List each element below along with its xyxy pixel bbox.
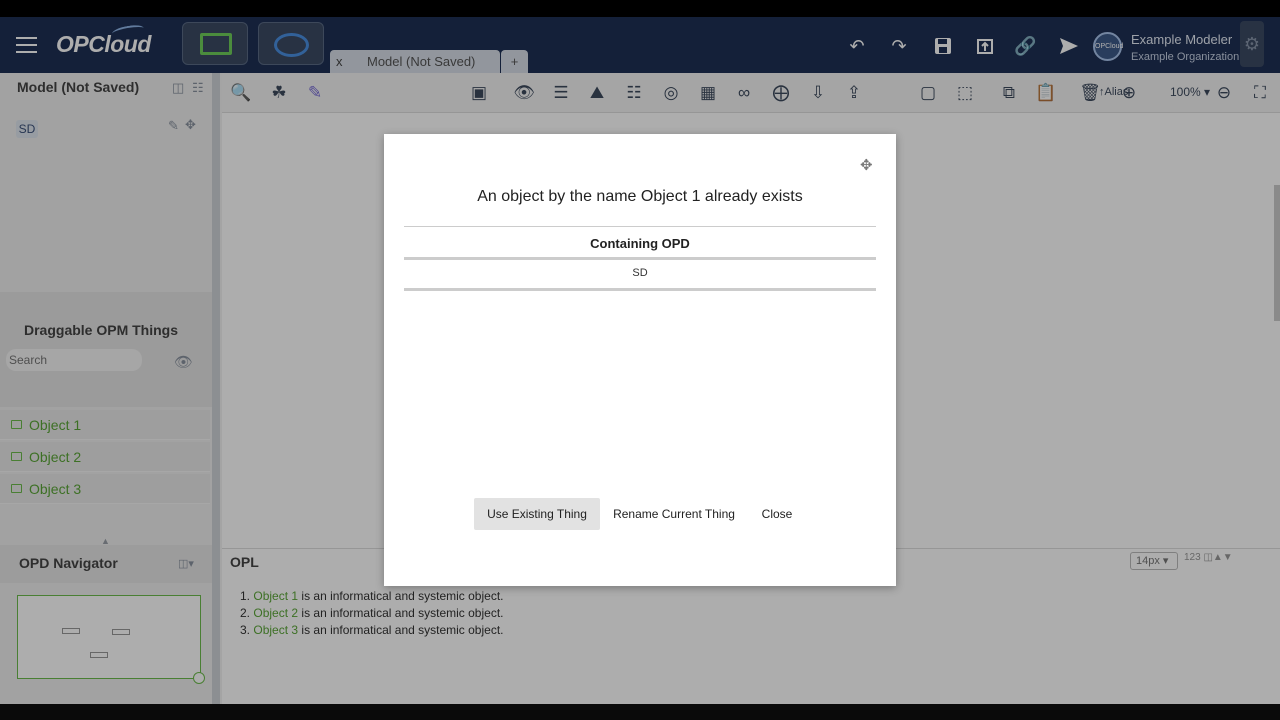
move-icon[interactable]: ✥	[860, 156, 873, 174]
bottom-edge	[0, 704, 1280, 720]
close-button[interactable]: Close	[754, 498, 800, 530]
containing-opd-table: Containing OPD SD	[404, 226, 876, 291]
app-window: OPCloud x Model (Not Saved) + ↶ ↷ 🔗 OPCl…	[0, 0, 1280, 720]
name-conflict-dialog: ✥ An object by the name Object 1 already…	[384, 134, 896, 586]
table-divider	[404, 288, 876, 291]
column-header: Containing OPD	[590, 236, 690, 251]
table-row[interactable]: SD	[404, 260, 876, 288]
rename-current-button[interactable]: Rename Current Thing	[608, 498, 740, 530]
use-existing-button[interactable]: Use Existing Thing	[474, 498, 600, 530]
top-edge	[0, 0, 1280, 17]
dialog-title: An object by the name Object 1 already e…	[477, 188, 803, 205]
